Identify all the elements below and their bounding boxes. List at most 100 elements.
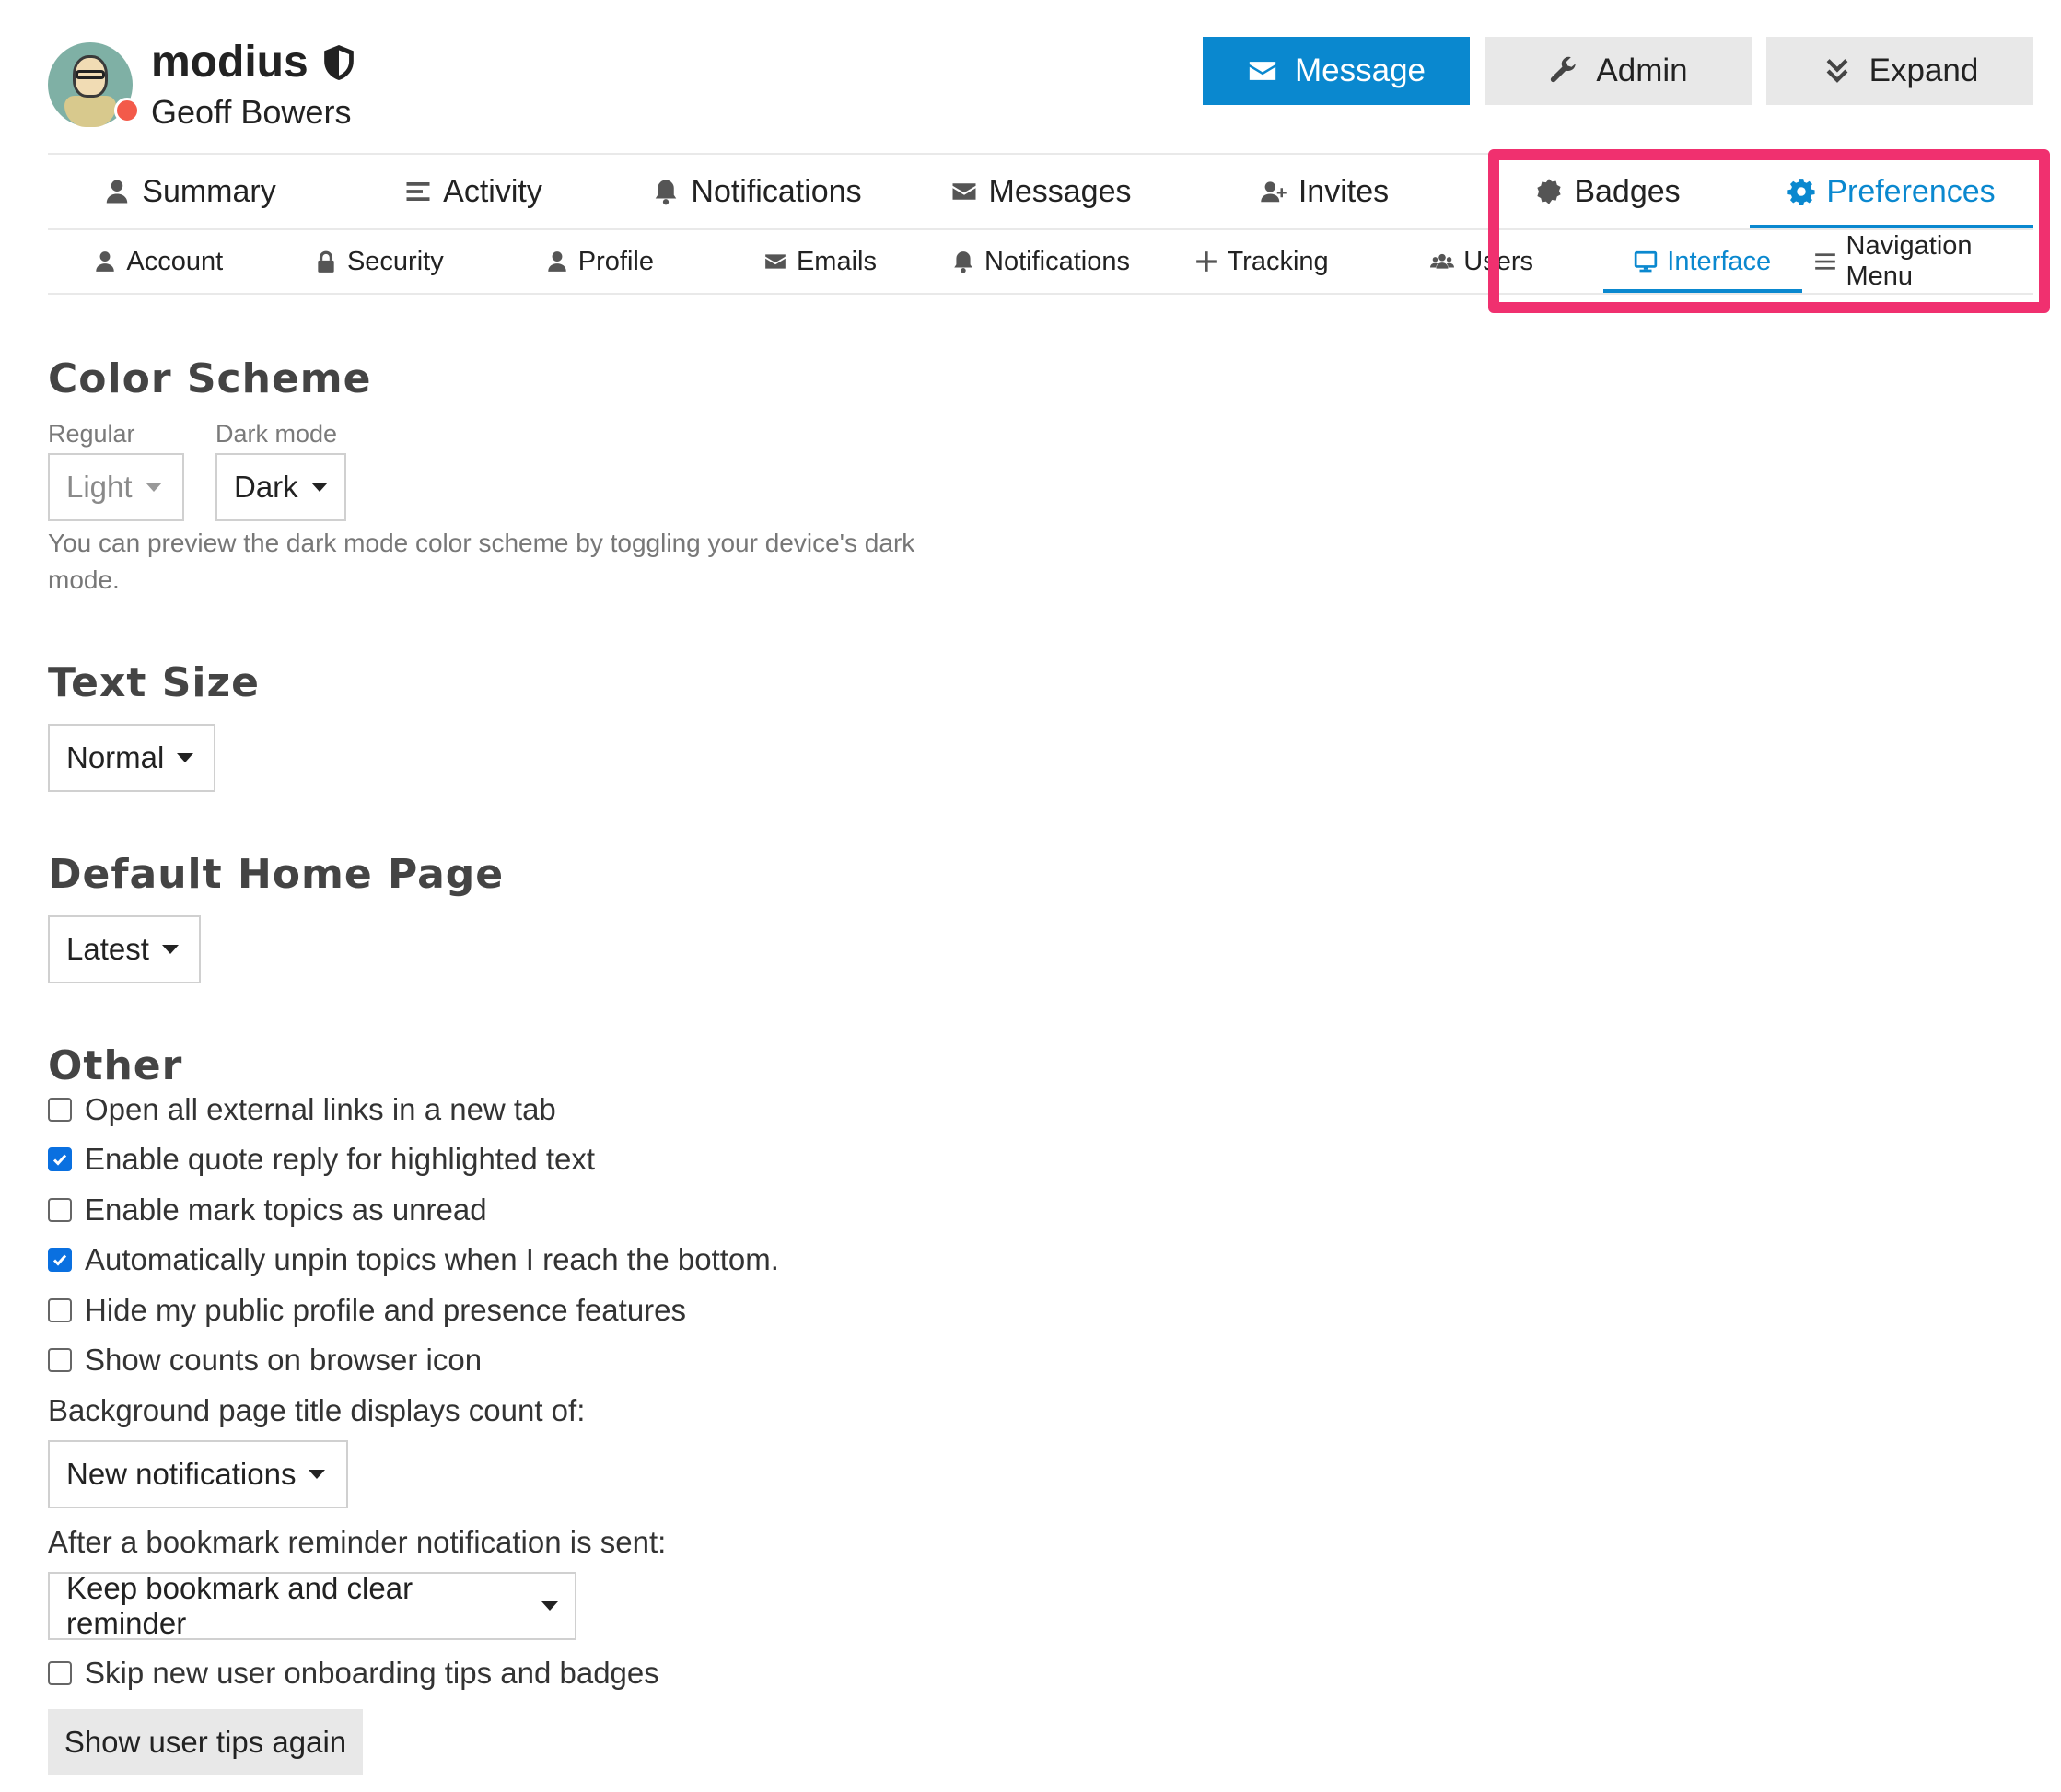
- checkbox-box[interactable]: [48, 1348, 72, 1372]
- dark-scheme-value: Dark: [234, 470, 298, 504]
- checkbox-label: Show counts on browser icon: [85, 1343, 483, 1377]
- message-button[interactable]: Message: [1203, 37, 1470, 105]
- users-icon: [1430, 250, 1455, 273]
- expand-button-label: Expand: [1869, 52, 1979, 88]
- avatar[interactable]: [48, 41, 140, 127]
- lock-icon: [314, 250, 338, 273]
- subtab-profile[interactable]: Profile: [489, 230, 710, 293]
- envelope-icon: [950, 178, 978, 205]
- default-home-page-title: Default Home Page: [48, 851, 505, 898]
- subtab-profile-label: Profile: [577, 246, 654, 276]
- user-names: modius Geoff Bowers: [151, 37, 356, 132]
- checkbox-box[interactable]: [48, 1298, 72, 1322]
- user-preferences-page: modius Geoff Bowers Message Admin Expand…: [0, 0, 2061, 1792]
- bell-icon: [652, 178, 680, 205]
- checkbox-box[interactable]: [48, 1147, 72, 1171]
- expand-button[interactable]: Expand: [1766, 37, 2033, 105]
- text-size-title: Text Size: [48, 659, 260, 706]
- dark-scheme-select[interactable]: Dark: [215, 453, 346, 521]
- message-button-label: Message: [1294, 52, 1426, 88]
- dark-mode-label: Dark mode: [215, 420, 338, 448]
- subtab-emails-label: Emails: [796, 246, 877, 276]
- wrench-icon: [1548, 55, 1579, 87]
- tab-invites-label: Invites: [1298, 173, 1390, 209]
- title-count-label: Background page title displays count of:: [48, 1393, 586, 1427]
- tab-summary-label: Summary: [142, 173, 276, 209]
- checkbox-box[interactable]: [48, 1098, 72, 1122]
- checkbox-label: Automatically unpin topics when I reach …: [85, 1242, 779, 1276]
- tab-notifications[interactable]: Notifications: [615, 155, 899, 228]
- subtab-security-label: Security: [346, 246, 444, 276]
- tab-activity-label: Activity: [443, 173, 542, 209]
- envelope-icon: [763, 250, 787, 273]
- subtab-tracking-label: Tracking: [1227, 246, 1329, 276]
- tab-activity[interactable]: Activity: [332, 155, 615, 228]
- checkbox-external-links-new-tab[interactable]: Open all external links in a new tab: [48, 1092, 556, 1127]
- tab-summary[interactable]: Summary: [48, 155, 332, 228]
- default-home-page-select[interactable]: Latest: [48, 915, 201, 983]
- checkbox-mark-unread[interactable]: Enable mark topics as unread: [48, 1193, 487, 1228]
- checkbox-label: Skip new user onboarding tips and badges: [85, 1656, 659, 1690]
- user-header: modius Geoff Bowers: [48, 37, 356, 132]
- other-title: Other: [48, 1042, 183, 1089]
- show-user-tips-button[interactable]: Show user tips again: [48, 1709, 363, 1775]
- color-scheme-title: Color Scheme: [48, 355, 372, 402]
- checkbox-label: Enable mark topics as unread: [85, 1193, 487, 1227]
- checkbox-label: Hide my public profile and presence feat…: [85, 1293, 687, 1327]
- tab-messages-label: Messages: [988, 173, 1132, 209]
- title-count-value: New notifications: [66, 1457, 297, 1491]
- subtab-tracking[interactable]: Tracking: [1151, 230, 1372, 293]
- admin-button-label: Admin: [1596, 52, 1688, 88]
- checkmark-icon: [52, 1254, 67, 1266]
- checkbox-box[interactable]: [48, 1248, 72, 1272]
- user-icon: [103, 178, 131, 205]
- checkmark-icon: [52, 1154, 67, 1166]
- subtab-notifications[interactable]: Notifications: [930, 230, 1151, 293]
- bookmark-reminder-label: After a bookmark reminder notification i…: [48, 1525, 667, 1559]
- chevron-double-down-icon: [1822, 55, 1853, 87]
- subtab-account[interactable]: Account: [48, 230, 269, 293]
- color-scheme-help: You can preview the dark mode color sche…: [48, 529, 915, 594]
- text-size-select[interactable]: Normal: [48, 724, 215, 792]
- user-icon: [545, 250, 569, 273]
- tab-messages[interactable]: Messages: [899, 155, 1182, 228]
- regular-label: Regular: [48, 420, 135, 448]
- bookmark-reminder-select[interactable]: Keep bookmark and clear reminder: [48, 1571, 576, 1640]
- tab-invites[interactable]: Invites: [1182, 155, 1466, 228]
- bell-icon: [951, 250, 975, 273]
- caret-down-icon: [145, 483, 162, 492]
- checkbox-box[interactable]: [48, 1661, 72, 1685]
- bookmark-reminder-value: Keep bookmark and clear reminder: [66, 1571, 413, 1640]
- full-name: Geoff Bowers: [151, 93, 352, 131]
- caret-down-icon: [161, 945, 179, 954]
- subtab-security[interactable]: Security: [269, 230, 490, 293]
- subtab-emails[interactable]: Emails: [710, 230, 931, 293]
- checkbox-skip-onboarding-tips[interactable]: Skip new user onboarding tips and badges: [48, 1656, 659, 1691]
- admin-button[interactable]: Admin: [1485, 37, 1752, 105]
- user-icon: [93, 250, 117, 273]
- title-count-select[interactable]: New notifications: [48, 1440, 348, 1508]
- user-plus-icon: [1260, 178, 1287, 205]
- checkbox-box[interactable]: [48, 1198, 72, 1222]
- header-actions: Message Admin Expand: [1203, 37, 2033, 105]
- highlight-annotation-box: [1488, 149, 2050, 313]
- checkbox-label: Open all external links in a new tab: [85, 1092, 556, 1126]
- checkbox-browser-icon-counts[interactable]: Show counts on browser icon: [48, 1343, 482, 1378]
- caret-down-icon: [177, 753, 194, 762]
- subtab-notifications-label: Notifications: [984, 246, 1131, 276]
- caret-down-icon: [310, 483, 328, 492]
- plus-icon: [1194, 250, 1218, 273]
- username: modius: [151, 38, 309, 87]
- default-home-page-value: Latest: [66, 932, 149, 966]
- envelope-icon: [1247, 55, 1278, 87]
- checkbox-hide-profile[interactable]: Hide my public profile and presence feat…: [48, 1293, 686, 1328]
- shield-icon: [321, 43, 356, 82]
- regular-scheme-select[interactable]: Light: [48, 453, 184, 521]
- text-size-value: Normal: [66, 740, 165, 774]
- checkbox-label: Enable quote reply for highlighted text: [85, 1142, 596, 1176]
- tab-notifications-label: Notifications: [691, 173, 862, 209]
- list-icon: [404, 178, 432, 205]
- checkbox-auto-unpin[interactable]: Automatically unpin topics when I reach …: [48, 1242, 779, 1277]
- checkbox-quote-reply[interactable]: Enable quote reply for highlighted text: [48, 1142, 595, 1177]
- caret-down-icon: [541, 1601, 558, 1611]
